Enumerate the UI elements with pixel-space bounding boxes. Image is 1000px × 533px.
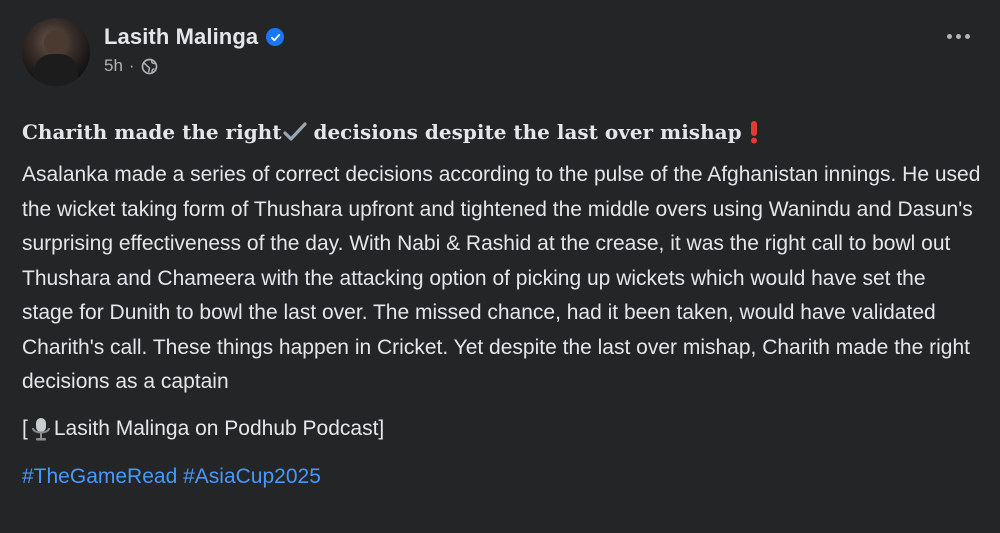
hashtags: #TheGameRead #AsiaCup2025 <box>22 462 978 492</box>
verified-badge-icon <box>266 28 285 46</box>
post-credit: [ Lasith Malinga on Podhub Podcast] <box>22 414 978 444</box>
post-time-row: 5h · <box>104 56 284 76</box>
credit-open-bracket: [ <box>22 416 28 440</box>
hashtag-link[interactable]: #AsiaCup2025 <box>183 465 321 488</box>
author-name[interactable]: Lasith Malinga <box>104 24 258 50</box>
post-time[interactable]: 5h <box>104 56 123 76</box>
credit-text: Lasith Malinga on Podhub Podcast] <box>53 416 385 440</box>
post-body: Asalanka made a series of correct decisi… <box>22 163 981 393</box>
post-meta: Lasith Malinga 5h · <box>104 24 285 76</box>
post-header: Lasith Malinga 5h · <box>22 18 978 92</box>
avatar-body <box>34 54 78 86</box>
author-row: Lasith Malinga <box>104 24 285 50</box>
more-options-icon[interactable] <box>947 34 970 39</box>
more-dot <box>956 34 961 39</box>
headline-part1: Charith made the right <box>22 120 282 144</box>
hashtag-link[interactable]: #TheGameRead <box>22 465 177 488</box>
globe-icon[interactable] <box>141 58 158 75</box>
headline-part2: decisions despite the last over mishap <box>313 120 742 144</box>
facebook-post: Lasith Malinga 5h · Charith made the rig… <box>0 0 1000 533</box>
author-avatar[interactable] <box>22 18 90 86</box>
microphone-icon <box>30 416 52 442</box>
post-headline: Charith made the right decisions despite… <box>22 120 978 144</box>
exclamation-icon <box>748 120 760 144</box>
avatar-head <box>44 30 68 56</box>
more-dot <box>965 34 970 39</box>
time-separator: · <box>128 56 135 75</box>
check-mark-icon <box>283 121 308 143</box>
more-dot <box>947 34 952 39</box>
